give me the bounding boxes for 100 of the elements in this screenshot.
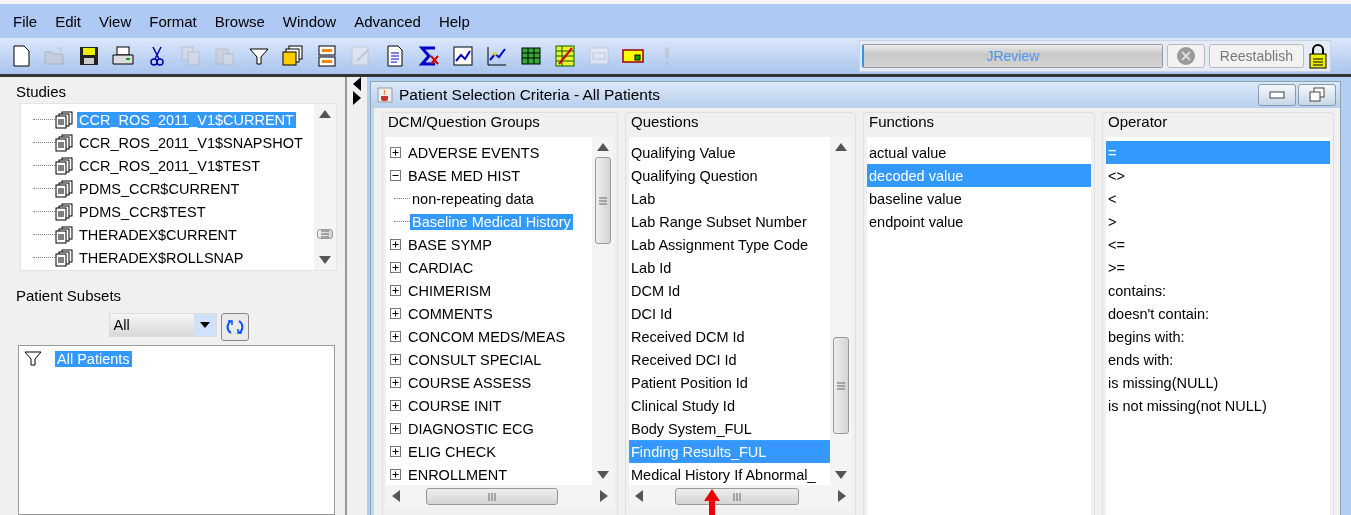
group-title: DCM/Question Groups — [388, 113, 541, 131]
group-item[interactable]: COMMENTS — [406, 305, 495, 322]
question-item[interactable]: DCM Id — [629, 282, 830, 299]
expand-right-icon[interactable] — [352, 91, 363, 105]
expand-icon[interactable] — [390, 331, 401, 342]
group-item[interactable]: ADVERSE EVENTS — [406, 144, 542, 161]
question-item[interactable]: Patient Position Id — [629, 374, 830, 391]
group-item[interactable]: BASE SYMP — [406, 236, 494, 253]
study-item[interactable]: CCR_ROS_2011_V1$SNAPSHOT — [77, 134, 305, 151]
expand-icon[interactable] — [390, 147, 401, 158]
spreadsheet-icon[interactable] — [553, 44, 577, 68]
question-item[interactable]: Medical History If Abnormal_ — [629, 466, 830, 483]
question-item[interactable]: Qualifying Question — [629, 167, 830, 184]
operator-item[interactable]: contains: — [1106, 282, 1330, 299]
grip-icon — [733, 492, 741, 501]
operator-item[interactable]: is not missing(not NULL) — [1106, 397, 1330, 414]
menu-item[interactable]: Help — [429, 12, 479, 30]
expand-icon[interactable] — [390, 423, 401, 434]
question-item[interactable]: Qualifying Value — [629, 144, 830, 161]
restore-button[interactable] — [1298, 84, 1336, 106]
group-item[interactable]: BASE MED HIST — [406, 167, 522, 184]
operator-item[interactable]: < — [1106, 190, 1330, 207]
menu-item[interactable]: Format — [140, 12, 206, 30]
menu-item[interactable]: View — [90, 12, 141, 30]
operator-item[interactable]: <> — [1106, 167, 1330, 184]
stacked-windows-icon[interactable] — [281, 44, 305, 68]
frame-title: Patient Selection Criteria - All Patients — [399, 86, 661, 104]
close-circle-icon — [1175, 46, 1196, 66]
subset-dropdown[interactable]: All — [108, 313, 217, 337]
group-item[interactable]: ELIG CHECK — [406, 443, 498, 460]
group-item[interactable]: CONCOM MEDS/MEAS — [406, 328, 568, 345]
padlock-icon — [1308, 43, 1328, 69]
question-item[interactable]: Received DCM Id — [629, 328, 830, 345]
caret-icon[interactable] — [199, 322, 210, 328]
operator-item[interactable]: >= — [1106, 259, 1330, 276]
horizontal-scrollbar[interactable] — [386, 485, 614, 507]
menu-item[interactable]: Window — [273, 12, 346, 30]
group-title: Questions — [631, 113, 700, 131]
group-item[interactable]: DIAGNOSTIC ECG — [406, 420, 536, 437]
group-item[interactable]: CARDIAC — [406, 259, 476, 276]
study-item[interactable]: PDMS_CCR$CURRENT — [77, 180, 242, 197]
question-item[interactable]: DCI Id — [629, 305, 830, 322]
expand-icon[interactable] — [390, 308, 401, 319]
menu-item[interactable]: Browse — [205, 12, 274, 30]
refresh-button[interactable] — [220, 313, 249, 341]
question-item[interactable]: Lab Assignment Type Code — [629, 236, 830, 253]
question-item[interactable]: Received DCI Id — [629, 351, 830, 368]
operator-item[interactable]: > — [1106, 213, 1330, 230]
menu-item[interactable]: Advanced — [345, 12, 430, 30]
expand-icon[interactable] — [390, 354, 401, 365]
function-item[interactable]: endpoint value — [867, 213, 1091, 230]
operator-item[interactable]: doesn't contain: — [1106, 305, 1330, 322]
question-item[interactable]: Clinical Study Id — [629, 397, 830, 414]
sigma-icon[interactable] — [417, 44, 441, 68]
group-title: Operator — [1108, 113, 1169, 131]
refresh-icon — [225, 318, 244, 336]
group-item[interactable]: ENROLLMENT — [406, 466, 510, 483]
horizontal-scrollbar[interactable] — [629, 485, 852, 507]
question-item[interactable]: Lab Range Subset Number — [629, 213, 830, 230]
chart-document-icon[interactable] — [451, 44, 475, 68]
collapse-left-icon[interactable] — [352, 77, 363, 91]
group-item[interactable]: COURSE ASSESS — [406, 374, 534, 391]
expand-icon[interactable] — [390, 285, 401, 296]
printer-icon[interactable] — [111, 44, 135, 68]
expand-icon[interactable] — [390, 400, 401, 411]
operator-item[interactable]: is missing(NULL) — [1106, 374, 1330, 391]
vertical-scrollbar[interactable] — [314, 104, 337, 270]
expand-icon[interactable] — [390, 446, 401, 457]
group-subitem[interactable]: non-repeating data — [410, 190, 536, 207]
function-item[interactable]: baseline value — [867, 190, 1091, 207]
group-item[interactable]: CHIMERISM — [406, 282, 493, 299]
menu-item[interactable]: File — [4, 12, 47, 30]
operator-item[interactable]: begins with: — [1106, 328, 1330, 345]
study-item[interactable]: PDMS_CCR$TEST — [77, 203, 208, 220]
question-item[interactable]: Body System_FUL — [629, 420, 830, 437]
expand-icon[interactable] — [390, 262, 401, 273]
two-panels-icon[interactable] — [315, 44, 339, 68]
stacked-pages-icon — [55, 202, 73, 221]
operator-item[interactable]: <= — [1106, 236, 1330, 253]
function-item[interactable]: actual value — [867, 144, 1091, 161]
vertical-scrollbar[interactable] — [592, 137, 614, 485]
collapse-icon[interactable] — [390, 170, 401, 181]
grip-icon — [599, 196, 607, 205]
operator-item[interactable]: ends with: — [1106, 351, 1330, 368]
line-chart-icon[interactable] — [485, 44, 509, 68]
study-item[interactable]: CCR_ROS_2011_V1$TEST — [77, 157, 263, 174]
expand-icon[interactable] — [390, 239, 401, 250]
study-item[interactable]: THERADEX$CURRENT — [77, 226, 239, 243]
vertical-scrollbar[interactable] — [830, 137, 852, 485]
table-grid-icon[interactable] — [519, 44, 543, 68]
expand-icon[interactable] — [390, 469, 401, 480]
expand-icon[interactable] — [390, 377, 401, 388]
question-item[interactable]: Lab Id — [629, 259, 830, 276]
menu-item[interactable]: Edit — [46, 12, 91, 30]
question-item[interactable]: Lab — [629, 190, 830, 207]
group-item[interactable]: COURSE INIT — [406, 397, 504, 414]
minimize-button[interactable] — [1258, 84, 1296, 106]
group-item[interactable]: CONSULT SPECIAL — [406, 351, 544, 368]
restore-icon — [1309, 87, 1325, 103]
study-item[interactable]: THERADEX$ROLLSNAP — [77, 249, 246, 266]
